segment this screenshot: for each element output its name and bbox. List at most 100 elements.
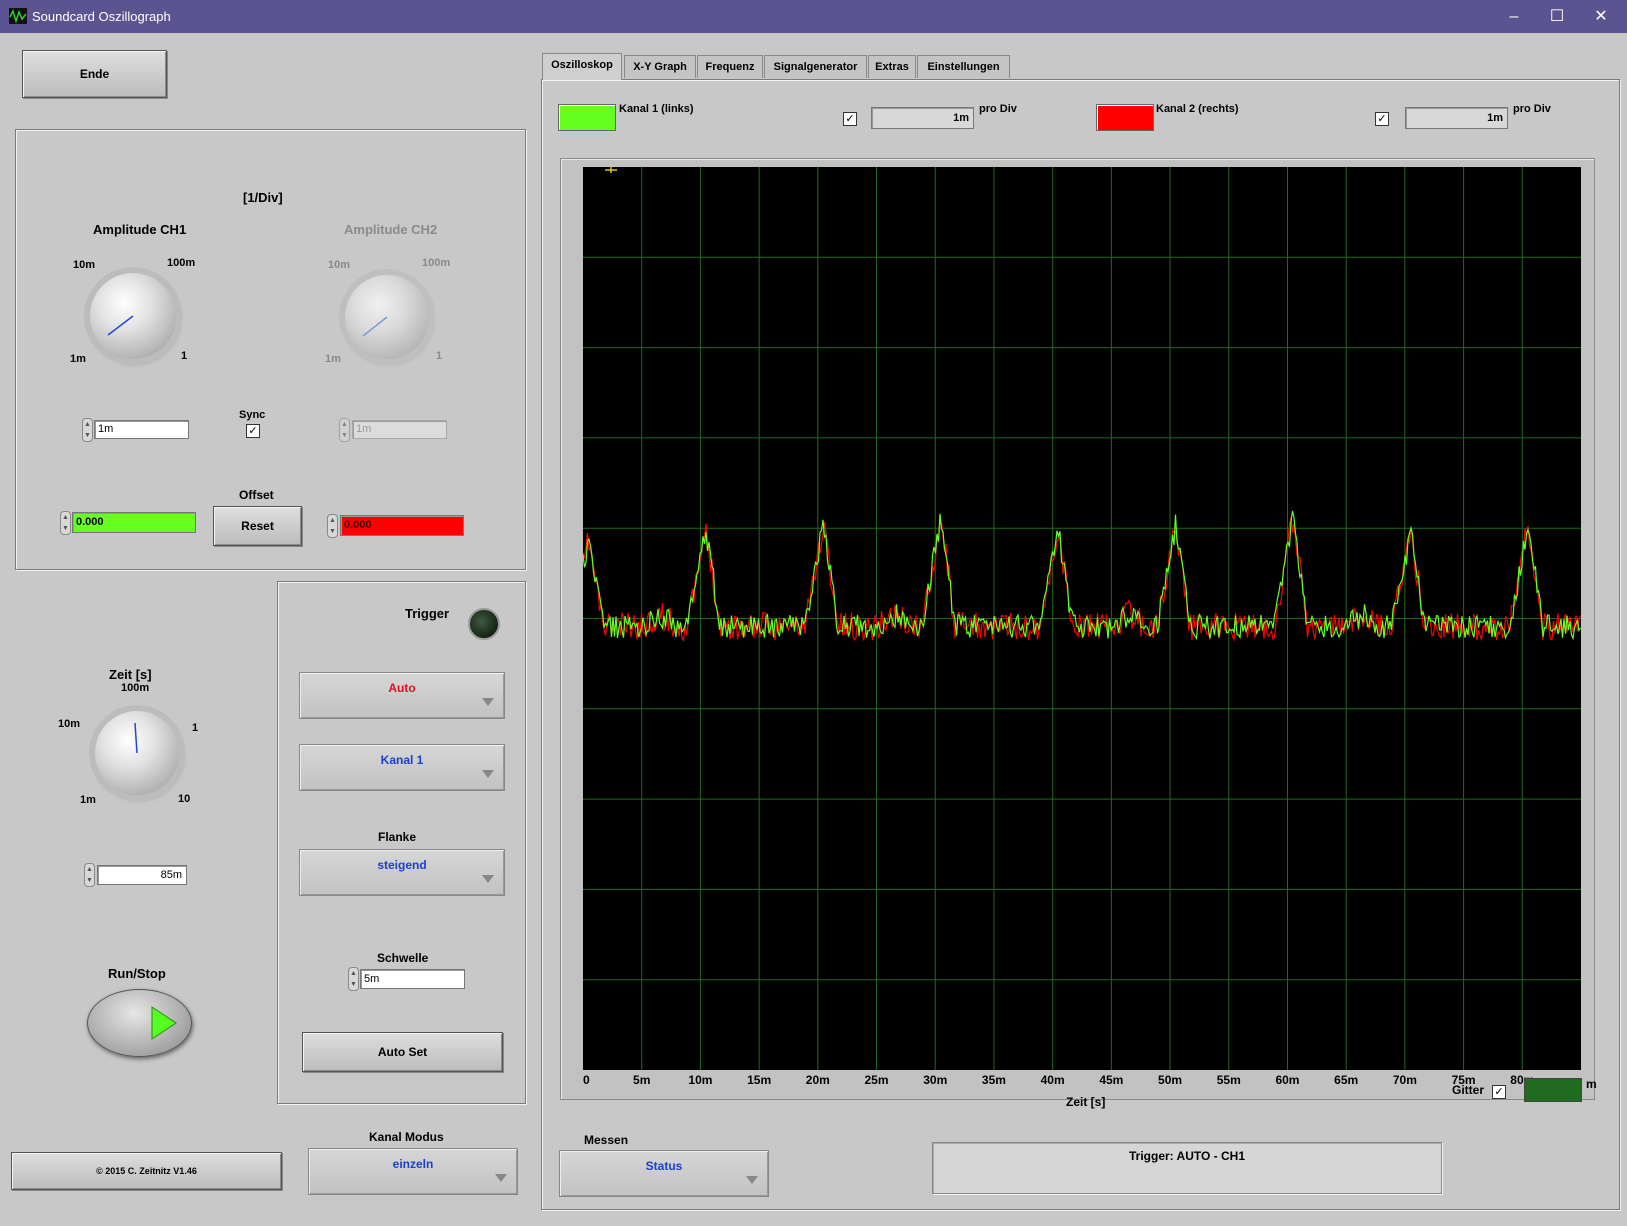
chevron-down-icon [482,698,494,706]
flanke-value: steigend [377,858,427,872]
messen-label: Messen [584,1133,629,1147]
gitter-checkbox[interactable]: ✓ [1492,1085,1506,1099]
messen-select[interactable]: Status [559,1150,769,1197]
ch1-unit-label: pro Div [979,103,1017,115]
schwelle-spinner[interactable]: ▲ ▼ [348,967,359,991]
trigger-title: Trigger [405,606,450,621]
x-tick-label: 70m [1393,1073,1417,1087]
kanal-modus-label: Kanal Modus [369,1130,444,1144]
zeit-tick-1: 1 [192,722,199,734]
tab-signalgenerator[interactable]: Signalgenerator [764,55,867,78]
zeit-tick-1m: 1m [80,794,96,806]
x-tick-label: 15m [747,1073,771,1087]
minimize-button[interactable]: – [1491,4,1537,30]
messen-value: Status [645,1159,683,1173]
amp-section-title: [1/Div] [243,190,283,205]
status-box: Trigger: AUTO - CH1 [932,1142,1442,1194]
offset-label: Offset [239,488,274,502]
x-tick-label: 55m [1217,1073,1241,1087]
tab-frequenz[interactable]: Frequenz [697,55,763,78]
sync-checkbox[interactable]: ✓ [246,424,260,438]
chevron-down-icon [482,770,494,778]
title-bar: Soundcard Oszillograph – ☐ ✕ [0,0,1627,33]
kanal-modus-value: einzeln [392,1157,434,1171]
zeit-value-field[interactable]: 85m [97,865,187,885]
copyright-button[interactable]: © 2015 C. Zeitnitz V1.46 [11,1152,282,1190]
ch1-checkbox[interactable]: ✓ [843,112,857,126]
x-tick-label: 10m [688,1073,712,1087]
ende-button[interactable]: Ende [22,50,167,98]
amp-ch1-tick-1: 1 [181,350,188,362]
amp-ch1-knob[interactable] [90,273,176,359]
ch2-color-swatch[interactable] [1096,104,1154,131]
x-tick-label: 20m [806,1073,830,1087]
zeit-knob[interactable] [95,711,179,795]
tab-einstellungen[interactable]: Einstellungen [917,55,1010,78]
ch2-scale-field[interactable]: 1m [1405,107,1508,129]
ch1-color-swatch[interactable] [558,104,616,131]
zeit-tick-100m: 100m [121,682,150,694]
x-axis: 0 5m 10m 15m 20m 25m 30m 35m 40m 45m 50m 55m 60m 65m 7… [583,1073,1534,1087]
x-tick-label: 45m [1099,1073,1123,1087]
flanke-select[interactable]: steigend [299,849,505,896]
offset-ch2-spinner[interactable]: ▲ ▼ [327,514,338,538]
maximize-button[interactable]: ☐ [1534,4,1580,30]
chevron-down-icon [746,1176,758,1184]
chevron-down-icon [495,1174,507,1182]
zeit-tick-10m: 10m [58,718,81,730]
gitter-label: Gitter [1452,1083,1485,1097]
x-axis-label: Zeit [s] [1066,1095,1106,1109]
x-tick-label: 35m [982,1073,1006,1087]
amp-ch2-knob[interactable] [345,275,429,359]
trigger-channel-select[interactable]: Kanal 1 [299,744,505,791]
scope-display[interactable] [583,167,1581,1070]
reset-button[interactable]: Reset [213,506,302,546]
kanal-modus-select[interactable]: einzeln [308,1148,518,1195]
offset-ch2-field[interactable]: 0.000 [340,515,464,536]
trigger-channel-value: Kanal 1 [380,753,424,767]
zeit-tick-10: 10 [178,793,191,805]
runstop-label: Run/Stop [108,966,166,981]
tab-extras[interactable]: Extras [868,55,916,78]
amp-ch1-tick-10m: 10m [73,259,96,271]
amp-ch1-title: Amplitude CH1 [93,222,187,237]
schwelle-field[interactable]: 5m [360,969,465,989]
window-title: Soundcard Oszillograph [32,9,171,24]
status-text: Trigger: AUTO - CH1 [1128,1149,1245,1163]
x-tick-label: 30m [923,1073,947,1087]
grid-color-swatch[interactable] [1524,1078,1582,1102]
x-tick-label: 50m [1158,1073,1182,1087]
trigger-mode-select[interactable]: Auto [299,672,505,719]
sync-label: Sync [239,409,266,421]
tab-xy-graph[interactable]: X-Y Graph [624,55,696,78]
amp-ch1-tick-1m: 1m [70,353,86,365]
offset-ch1-field[interactable]: 0.000 [72,512,196,533]
zeit-spinner[interactable]: ▲ ▼ [84,863,95,887]
x-tick-label: 5m [633,1073,650,1087]
x-tick-label: 0 [583,1073,590,1087]
chevron-down-icon [482,875,494,883]
amp-ch2-value-field[interactable]: 1m [352,420,447,439]
x-tick-label: 60m [1275,1073,1299,1087]
close-button[interactable]: ✕ [1578,4,1624,30]
x-tick-label: 40m [1041,1073,1065,1087]
ch2-label: Kanal 2 (rechts) [1156,103,1239,115]
amp-ch1-spinner[interactable]: ▲ ▼ [82,418,93,442]
tab-oszilloskop[interactable]: Oszilloskop [542,53,622,80]
amp-ch2-tick-1: 1 [436,350,443,362]
ch2-checkbox[interactable]: ✓ [1375,112,1389,126]
ch1-scale-field[interactable]: 1m [871,107,974,129]
amp-ch2-tick-10m: 10m [328,259,351,271]
autoset-button[interactable]: Auto Set [302,1032,503,1072]
zeit-title: Zeit [s] [109,667,152,682]
x-axis-unit-tail: m [1586,1077,1597,1091]
amp-ch2-tick-100m: 100m [422,257,451,269]
schwelle-label: Schwelle [377,951,429,965]
amp-ch1-tick-100m: 100m [167,257,196,269]
play-icon [151,1006,177,1040]
amp-ch1-value-field[interactable]: 1m [94,420,189,439]
offset-ch1-spinner[interactable]: ▲ ▼ [60,511,71,535]
runstop-button[interactable] [87,989,192,1057]
trigger-mode-value: Auto [388,681,416,695]
amp-ch2-spinner[interactable]: ▲ ▼ [339,418,350,442]
